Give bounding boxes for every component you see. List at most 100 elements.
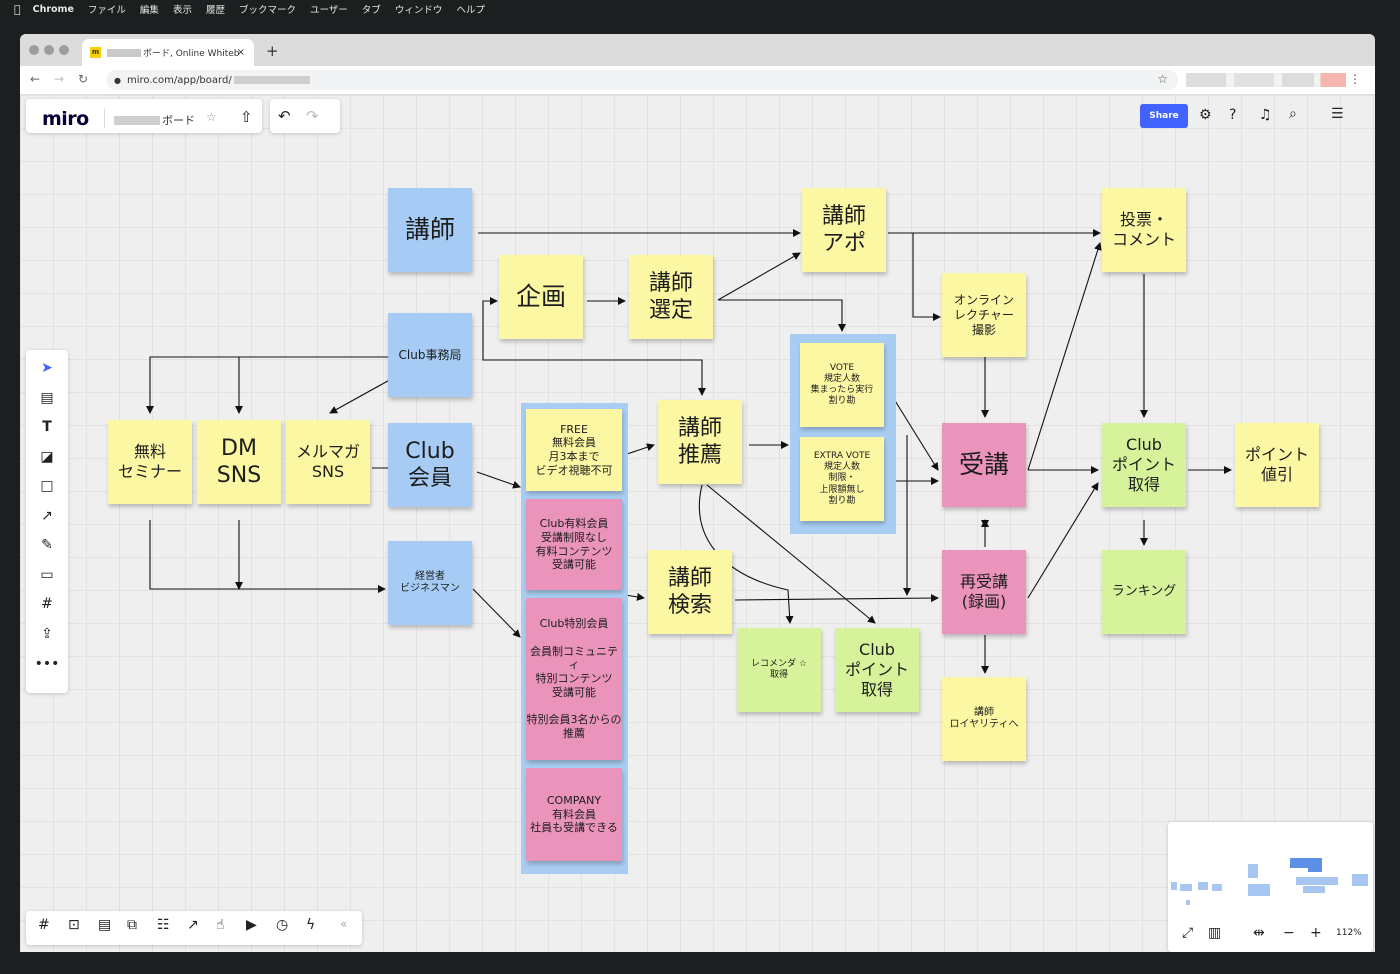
sticky-note-jukou[interactable]: 受講 [942,423,1026,507]
help-icon[interactable]: ? [1229,107,1236,123]
top-right-toolbar: Share ⚙ ? ♫ ⌕ ☰ [1135,99,1347,133]
sticky-note-club-jimukyoku[interactable]: Club事務局 [388,313,472,397]
pen-icon[interactable]: ✎ [26,534,68,556]
export-icon[interactable]: ⇧ [240,108,253,126]
search-icon[interactable]: ⌕ [1289,106,1297,122]
url-field[interactable]: ● miro.com/app/board/ ☆ [106,70,1178,90]
new-tab-button[interactable]: + [266,42,279,60]
sticky-note-club-tokubetsu[interactable]: Club特別会員 会員制コミュニティ 特別コンテンツ 受講可能 特別会員3名から… [526,598,622,760]
sticky-note-royalty[interactable]: 講師 ロイヤリティへ [942,677,1026,761]
fit-icon[interactable]: ⇹ [1253,925,1265,941]
connection-line-icon[interactable]: ↗ [26,505,68,527]
screen-share-icon[interactable]: ⧉ [127,917,137,933]
tab-close-icon[interactable]: × [237,47,245,58]
sticky-note-ranking[interactable]: ランキング [1102,550,1186,634]
apple-menu-icon[interactable]:  [14,3,21,16]
sticky-note-koshi-apo[interactable]: 講師 アポ [802,188,886,272]
card-icon[interactable]: ☷ [157,917,170,933]
share-button[interactable]: Share [1140,104,1188,128]
video-icon[interactable]: ▶ [246,917,257,933]
zoom-out-icon[interactable]: − [1283,925,1295,941]
presentation-icon[interactable]: ⊡ [68,917,80,933]
select-cursor-icon[interactable]: ➤ [26,357,68,379]
redo-icon[interactable]: ↷ [306,107,319,125]
fullscreen-icon[interactable]: ⤢ [1182,925,1193,941]
menu-bookmarks[interactable]: ブックマーク [239,2,296,16]
sticky-note-club-yuryo[interactable]: Club有料会員 受講制限なし 有料コンテンツ 受講可能 [526,499,622,590]
power-up-icon[interactable]: ϟ [306,917,315,933]
star-board-icon[interactable]: ☆ [206,110,217,124]
timer-icon[interactable]: ◷ [276,917,288,933]
comment-icon[interactable]: ▭ [26,564,68,586]
collapse-icon[interactable]: « [340,917,347,931]
sticky-note-club-kaiin[interactable]: Club 会員 [388,423,472,507]
menu-file[interactable]: ファイル [88,2,126,16]
os-menu-bar:  Chrome ファイル 編集 表示 履歴 ブックマーク ユーザー タブ ウィ… [0,0,1400,18]
undo-icon[interactable]: ↶ [278,107,291,125]
sticky-note-online-lecture[interactable]: オンライン レクチャー 撮影 [942,273,1026,357]
sticky-note-kikaku[interactable]: 企画 [499,255,583,339]
minimap-preview[interactable] [1168,822,1373,917]
sticky-note-keieisha[interactable]: 経営者 ビジネスマン [388,541,472,625]
upload-icon[interactable]: ⇪ [26,623,68,645]
browser-tab[interactable]: m ボード, Online Whiteb × [82,39,254,66]
text-icon[interactable]: T [26,416,68,438]
more-icon[interactable]: ••• [26,653,68,675]
menu-help[interactable]: ヘルプ [456,2,485,16]
sticky-note-koshi-sentei[interactable]: 講師 選定 [629,255,713,339]
miro-logo[interactable]: miro [42,108,89,130]
share-screen-icon[interactable]: ↗ [187,917,199,933]
sticky-note-vote[interactable]: VOTE 規定人数 集まったら実行 割り勘 [800,343,884,427]
bookmark-star-icon[interactable]: ☆ [1157,72,1168,86]
sticky-note-koshi-suisen[interactable]: 講師 推薦 [658,400,742,484]
browser-menu-icon[interactable]: ⋮ [1349,72,1361,86]
zoom-window-icon[interactable] [59,45,69,55]
comments-icon[interactable]: ▤ [98,917,111,933]
zoom-level[interactable]: 112% [1336,928,1362,938]
back-icon[interactable]: ← [30,72,40,86]
sticky-note-merumaga-sns[interactable]: メルマガ SNS [286,420,370,504]
sticky-note-koshi[interactable]: 講師 [388,188,472,272]
miro-board-canvas[interactable]: 講師 企画 講師 選定 講師 アポ 投票・ コメント オンライン レクチャー 撮… [20,95,1375,952]
sticky-note-free[interactable]: FREE 無料会員 月3本まで ビデオ視聴不可 [526,409,622,491]
reload-icon[interactable]: ↻ [78,72,88,86]
sticky-note-club-point[interactable]: Club ポイント 取得 [1102,423,1186,507]
menu-history[interactable]: 履歴 [206,2,225,16]
board-name[interactable]: ボード [114,112,195,128]
sticky-note-club-point-2[interactable]: Club ポイント 取得 [835,628,919,712]
minimap-block [1248,884,1270,896]
menu-edit[interactable]: 編集 [140,2,159,16]
shape-icon[interactable]: □ [26,475,68,497]
sticky-note-recommend[interactable]: レコメンダ ☆ 取得 [737,628,821,712]
sticky-note-koshi-kensaku[interactable]: 講師 検索 [648,550,732,634]
zoom-in-icon[interactable]: + [1310,925,1322,941]
extensions-area[interactable] [1186,73,1346,87]
settings-icon[interactable]: ⚙ [1199,107,1212,123]
notifications-icon[interactable]: ♫ [1259,107,1272,123]
templates-icon[interactable]: ▤ [26,387,68,409]
menu-tab[interactable]: タブ [362,2,381,16]
minimize-window-icon[interactable] [44,45,54,55]
divider [104,108,105,128]
sticky-note-extra-vote[interactable]: EXTRA VOTE 規定人数 制限・ 上限額無し 割り勘 [800,437,884,521]
minimap-panel: ⤢ ▥ ⇹ − + 112% [1168,822,1373,952]
sticky-note-muryo-seminar[interactable]: 無料 セミナー [108,420,192,504]
map-icon[interactable]: ▥ [1208,925,1221,941]
forward-icon[interactable]: → [54,72,64,86]
sticky-note-tohyo-comment[interactable]: 投票・ コメント [1102,188,1186,272]
menu-user[interactable]: ユーザー [310,2,348,16]
menu-chrome[interactable]: Chrome [33,4,74,15]
sticky-note-point-nebiki[interactable]: ポイント 値引 [1235,423,1319,507]
frames-icon[interactable]: # [38,917,50,933]
board-notes-icon[interactable]: ☰ [1331,106,1344,122]
menu-view[interactable]: 表示 [173,2,192,16]
tab-strip: m ボード, Online Whiteb × + [20,34,1375,66]
sticky-note-company[interactable]: COMPANY 有料会員 社員も受講できる [526,768,622,861]
frame-icon[interactable]: # [26,593,68,615]
reaction-icon[interactable]: ☝ [216,917,225,933]
sticky-note-dm-sns[interactable]: DM SNS [197,420,281,504]
sticky-note-icon[interactable]: ◪ [26,446,68,468]
close-window-icon[interactable] [29,45,39,55]
sticky-note-saijukou[interactable]: 再受講 (録画) [942,550,1026,634]
menu-window[interactable]: ウィンドウ [395,2,443,16]
